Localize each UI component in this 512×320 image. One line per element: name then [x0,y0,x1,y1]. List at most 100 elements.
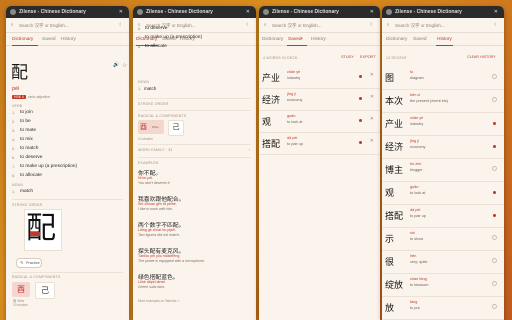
export-button[interactable]: EXPORT [360,55,376,59]
word-meaning: blogger [410,168,423,172]
history-row[interactable]: 观 guān to look at [382,181,504,205]
saved-word-row[interactable]: 搭配 dā pèi to pair up ✕ [259,132,380,155]
tab-history[interactable]: History [437,37,452,42]
app-logo-icon [10,9,16,15]
unsaved-indicator-icon[interactable] [492,281,497,286]
saved-indicator-icon[interactable] [359,141,362,144]
history-row[interactable]: 很 hěn very; quite [382,250,504,274]
unsaved-indicator-icon[interactable] [492,235,497,240]
history-row[interactable]: 示 shì to show [382,227,504,251]
definition-number: 1. [12,110,16,115]
saved-word-row[interactable]: 产业 chǎn yè industry ✕ [259,66,380,89]
window-dictionary-examples: Zilense - Chinese Dictionary ✕ ⌕ Search … [133,6,256,320]
section-verb: VERB [12,104,23,108]
saved-word-row[interactable]: 经济 jīng jì economy ✕ [259,88,380,111]
history-row[interactable]: 搭配 dā pèi to pair up [382,204,504,228]
definition-number: 4. [12,137,16,142]
word-hanzi: 博主 [385,165,404,175]
word-meaning: to pair up [287,142,303,146]
theme-toggle-icon[interactable]: ☾ [246,22,250,28]
unsaved-indicator-icon[interactable] [492,97,497,102]
word-hanzi: 绽放 [385,280,404,290]
expand-icon[interactable]: › [249,147,250,152]
definition-number: 5. [12,146,16,151]
saved-indicator-icon[interactable] [493,122,496,125]
component-tile[interactable]: 己 [35,282,55,299]
history-row[interactable]: 本次 běn cì the present (event etc) [382,89,504,113]
word-pinyin: zhàn fàng [410,277,427,281]
delete-icon[interactable]: ✕ [370,138,374,144]
theme-toggle-icon[interactable]: ☾ [119,22,123,28]
word-meaning: industry [410,122,424,126]
title-bar: Zilense - Chinese Dictionary ✕ [382,6,504,18]
unsaved-indicator-icon[interactable] [492,166,497,171]
close-icon[interactable]: ✕ [119,9,123,15]
saved-indicator-icon[interactable] [359,97,362,100]
tab-history[interactable]: History [311,37,326,42]
tab-dictionary[interactable]: Dictionary [12,37,33,42]
stroke-order-canvas: 配 [24,209,62,251]
history-row[interactable]: 图 tú diagram [382,66,504,90]
close-icon[interactable]: ✕ [494,9,498,15]
search-bar[interactable]: ⌕ Search 汉字 or English... ☾ [6,18,129,33]
saved-indicator-icon[interactable] [359,75,362,78]
section-stroke-order: STROKE ORDER [138,102,169,106]
delete-icon[interactable]: ✕ [370,94,374,100]
noun-def-number: 1. [138,86,142,91]
saved-word-row[interactable]: 观 guān to look at ✕ [259,110,380,133]
tab-saved[interactable]: Saved [288,37,302,42]
history-row[interactable]: 经济 jīng jì economy [382,135,504,159]
search-input[interactable]: Search 汉字 or English... [19,23,69,29]
saved-indicator-icon[interactable] [493,191,496,194]
radical-tile[interactable]: 酉 [12,282,30,297]
divider [138,98,251,99]
pos-badge: verb; adjective [28,95,50,99]
close-icon[interactable]: ✕ [370,9,374,15]
unsaved-indicator-icon[interactable] [492,304,497,309]
definition-number: 8. [12,173,16,178]
study-button[interactable]: STUDY [341,55,354,59]
component-tile[interactable]: 己 [168,120,184,136]
practice-button[interactable]: ✎ Practice [16,258,42,268]
word-pinyin: hěn [410,254,417,258]
close-icon[interactable]: ✕ [246,9,250,15]
unsaved-indicator-icon[interactable] [492,258,497,263]
tab-bar: Dictionary Saved History [6,33,129,46]
tab-saved[interactable]: Saved [413,37,427,42]
search-input[interactable]: Search 汉字 or English... [272,23,322,29]
divider [12,199,123,200]
history-row[interactable]: 放 fàng to put [382,296,504,320]
search-bar[interactable]: ⌕ Search 汉字 or English... ☾ [382,18,504,33]
theme-toggle-icon[interactable]: ☾ [370,22,374,28]
radical-tile[interactable]: 酉 Wine [138,120,164,134]
more-examples-link[interactable]: More examples on Tatoeba ↗ [138,299,180,303]
history-row[interactable]: 博主 bó zhǔ blogger [382,158,504,182]
star-icon[interactable]: ☆ [122,62,127,69]
definition-number: 7. [138,35,142,40]
audio-icon[interactable]: 🔊 [113,62,119,68]
saved-indicator-icon[interactable] [493,145,496,148]
search-bar[interactable]: ⌕ Search 汉字 or English... ☾ [259,18,380,33]
radical-caption: Wine [152,125,159,129]
app-logo-icon [263,9,269,15]
definition-item: to match [20,146,39,151]
example-translation: Green suits blue. [138,285,166,289]
search-input[interactable]: Search 汉字 or English... [395,23,445,29]
active-tab-underline [12,45,38,46]
history-row[interactable]: 绽放 zhàn fàng to blossom [382,273,504,297]
saved-indicator-icon[interactable] [493,214,496,217]
stroke-count: 10 strokes [13,303,28,307]
tab-dictionary[interactable]: Dictionary [262,37,283,42]
delete-icon[interactable]: ✕ [370,116,374,122]
theme-toggle-icon[interactable]: ☾ [494,22,498,28]
tab-dictionary[interactable]: Dictionary [386,37,407,42]
clear-history-button[interactable]: CLEAR HISTORY [467,55,496,59]
history-row[interactable]: 产业 chǎn yè industry [382,112,504,136]
tab-history[interactable]: History [61,37,76,42]
word-meaning: to put [410,306,420,310]
delete-icon[interactable]: ✕ [370,72,374,78]
tab-saved[interactable]: Saved [42,37,56,42]
saved-indicator-icon[interactable] [359,119,362,122]
unsaved-indicator-icon[interactable] [492,74,497,79]
section-stroke-order: STROKE ORDER [12,203,43,207]
